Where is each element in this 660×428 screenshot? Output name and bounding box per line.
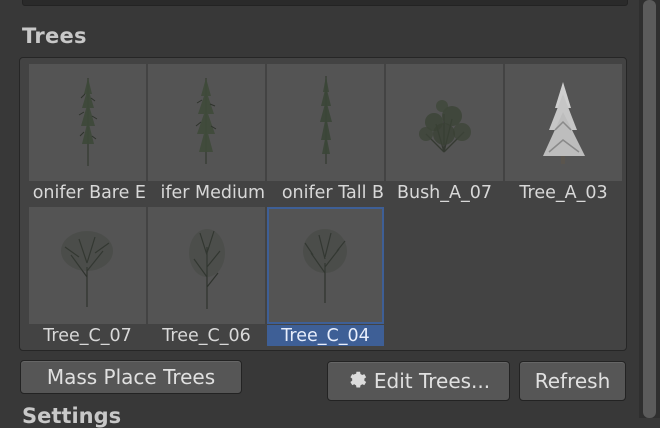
tile-label: Tree_A_03 — [519, 183, 608, 203]
tree-tile-conifer-tall[interactable]: onifer Tall B — [267, 64, 384, 203]
tile-label: Bush_A_07 — [396, 183, 493, 203]
tree-tile-bush-a-07[interactable]: Bush_A_07 — [386, 64, 503, 203]
tree-thumbnail — [267, 207, 384, 324]
tree-thumbnail — [267, 64, 384, 181]
refresh-button[interactable]: Refresh — [519, 361, 626, 401]
tile-label: onifer Tall B — [281, 183, 384, 203]
tree-tile-tree-a-03[interactable]: Tree_A_03 — [505, 64, 622, 203]
tree-tile-conifer-bare[interactable]: onifer Bare E — [29, 64, 146, 203]
edit-trees-button[interactable]: Edit Trees... — [327, 361, 510, 401]
tile-label: Tree_C_06 — [162, 326, 251, 346]
tile-label: Tree_C_04 — [267, 325, 384, 346]
tree-prototype-grid: onifer Bare E ifer Medium onifer Tall B — [19, 57, 627, 351]
mass-place-trees-button[interactable]: Mass Place Trees — [20, 360, 242, 394]
edit-trees-label: Edit Trees... — [373, 369, 491, 393]
tile-label: onifer Bare E — [32, 183, 146, 203]
tree-thumbnail — [148, 64, 265, 181]
tree-tile-conifer-medium[interactable]: ifer Medium — [148, 64, 265, 203]
tree-tile-tree-c-07[interactable]: Tree_C_07 — [29, 207, 146, 346]
tree-thumbnail — [29, 207, 146, 324]
gear-icon — [347, 365, 369, 403]
tree-tile-tree-c-06[interactable]: Tree_C_06 — [148, 207, 265, 346]
scrollbar-thumb[interactable] — [643, 0, 656, 418]
tree-thumbnail — [29, 64, 146, 181]
tree-thumbnail — [505, 64, 622, 181]
settings-section-title: Settings — [22, 404, 122, 428]
tile-label: Tree_C_07 — [43, 326, 132, 346]
tree-thumbnail — [148, 207, 265, 324]
tile-label: ifer Medium — [160, 183, 265, 203]
tree-thumbnail — [386, 64, 503, 181]
trees-section-title: Trees — [22, 24, 87, 48]
previous-field — [22, 0, 628, 6]
tree-tile-tree-c-04[interactable]: Tree_C_04 — [267, 207, 384, 346]
